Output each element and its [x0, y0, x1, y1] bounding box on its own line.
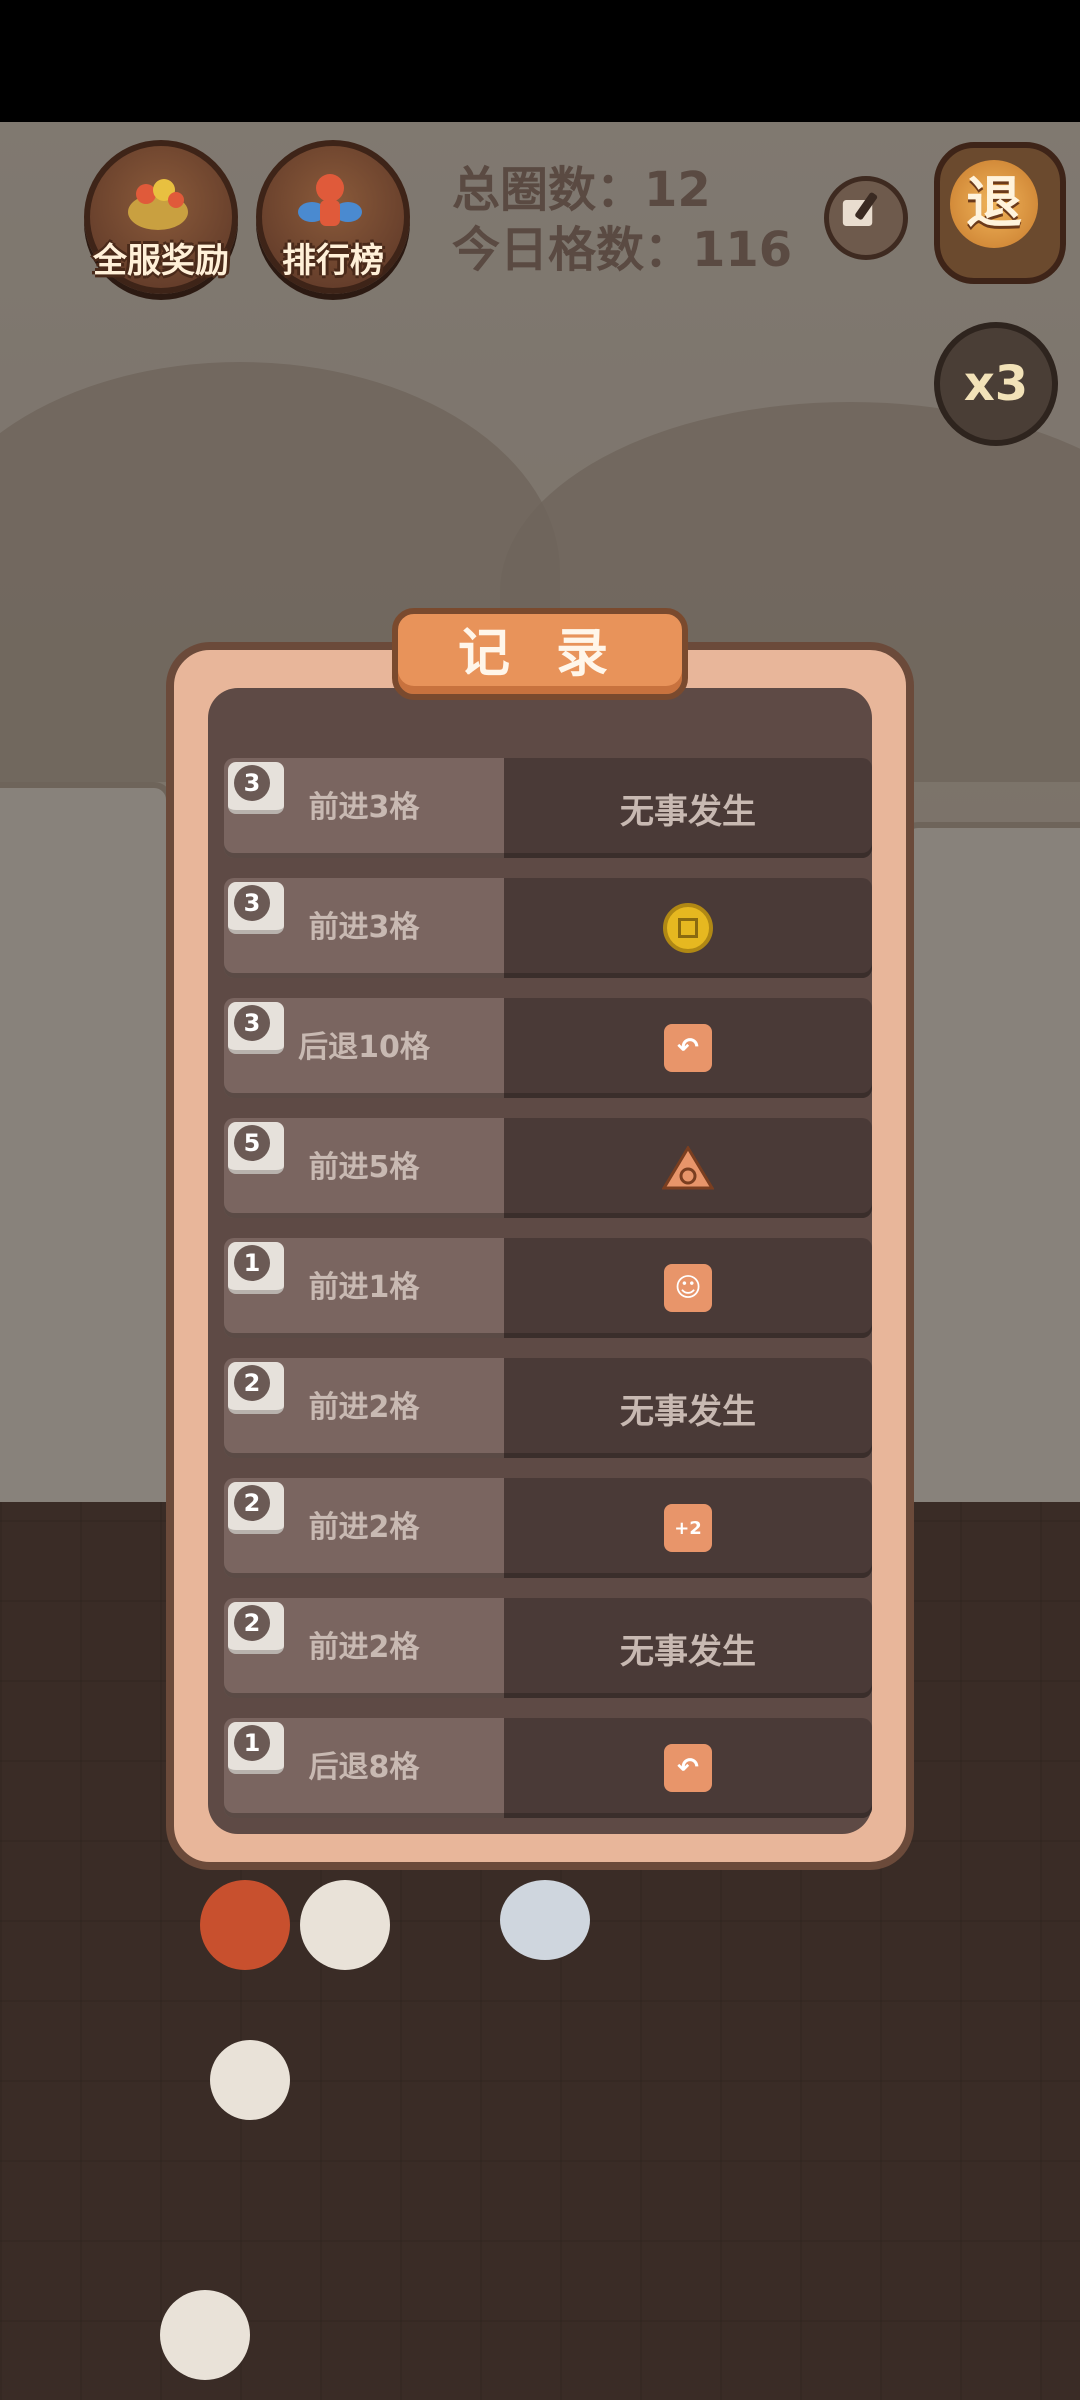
- back-arrow-tile-icon: ↶: [664, 1024, 712, 1072]
- character-sprite: [200, 1880, 290, 1970]
- back-arrow-tile-icon: ↶: [664, 1744, 712, 1792]
- step-label: 前进2格: [308, 1390, 420, 1425]
- character-sprite: [210, 2040, 290, 2120]
- step-label: 前进2格: [308, 1630, 420, 1665]
- leaderboard-button[interactable]: 排行榜: [256, 140, 410, 294]
- record-step-cell: 1 后退8格: [224, 1718, 504, 1818]
- lap-stats: 总圈数：12 今日格数：116: [452, 160, 792, 280]
- status-bar: [0, 0, 1080, 122]
- record-result-cell: ☺: [504, 1238, 872, 1338]
- step-label: 前进1格: [308, 1270, 420, 1305]
- server-reward-label: 全服奖励: [93, 241, 229, 281]
- record-step-cell: 3 前进3格: [224, 758, 504, 858]
- record-row: 2 前进2格 无事发生: [224, 1598, 872, 1698]
- result-label: 无事发生: [620, 791, 756, 832]
- record-result-cell: [504, 1118, 872, 1218]
- record-result-cell: [504, 878, 872, 978]
- record-step-cell: 1 前进1格: [224, 1238, 504, 1338]
- record-result-cell: ↶: [504, 998, 872, 1098]
- record-row: 3 后退10格 ↶: [224, 998, 872, 1098]
- record-result-cell: ↶: [504, 1718, 872, 1818]
- step-label: 后退8格: [308, 1750, 420, 1785]
- leaderboard-figure-icon: [298, 174, 362, 226]
- step-label: 前进3格: [308, 910, 420, 945]
- record-list: 3 前进3格 无事发生 3 前进3格 3 后退10格 ↶ 5 前进5格 1 前进…: [224, 758, 872, 1838]
- record-step-cell: 3 前进3格: [224, 878, 504, 978]
- step-label: 前进2格: [308, 1510, 420, 1545]
- record-result-cell: +2: [504, 1478, 872, 1578]
- treasure-pot-icon: [128, 179, 188, 230]
- total-laps: 总圈数：12: [452, 162, 711, 218]
- record-result-cell: 无事发生: [504, 1358, 872, 1458]
- character-sprite: [300, 1880, 390, 1970]
- record-row: 3 前进3格: [224, 878, 872, 978]
- step-label: 前进5格: [308, 1150, 420, 1185]
- record-step-cell: 2 前进2格: [224, 1598, 504, 1698]
- record-result-cell: 无事发生: [504, 758, 872, 858]
- record-row: 1 前进1格 ☺: [224, 1238, 872, 1338]
- notebook-pen-icon: [842, 192, 878, 226]
- record-dialog: 3 前进3格 无事发生 3 前进3格 3 后退10格 ↶ 5 前进5格 1 前进…: [166, 642, 914, 1870]
- leaderboard-label: 排行榜: [282, 241, 384, 281]
- exit-label: 退: [950, 160, 1038, 248]
- record-dialog-title: 记 录: [392, 608, 688, 700]
- record-step-cell: 5 前进5格: [224, 1118, 504, 1218]
- record-step-cell: 2 前进2格: [224, 1358, 504, 1458]
- notebook-button[interactable]: [824, 176, 908, 260]
- today-cells: 今日格数：116: [452, 222, 793, 278]
- character-tile-icon: ☺: [664, 1264, 712, 1312]
- record-row: 2 前进2格 无事发生: [224, 1358, 872, 1458]
- record-step-cell: 3 后退10格: [224, 998, 504, 1098]
- speed-button[interactable]: x3: [934, 322, 1058, 446]
- result-label: 无事发生: [620, 1391, 756, 1432]
- server-reward-button[interactable]: 全服奖励: [84, 140, 238, 294]
- step-label: 前进3格: [308, 790, 420, 825]
- record-row: 3 前进3格 无事发生: [224, 758, 872, 858]
- record-result-cell: 无事发生: [504, 1598, 872, 1698]
- character-sprite: [160, 2290, 250, 2380]
- record-step-cell: 2 前进2格: [224, 1478, 504, 1578]
- result-label: 无事发生: [620, 1631, 756, 1672]
- coin-icon: [663, 903, 713, 953]
- character-sprite: [500, 1880, 590, 1960]
- record-row: 5 前进5格: [224, 1118, 872, 1218]
- exit-button[interactable]: 退: [934, 142, 1066, 284]
- step-label: 后退10格: [298, 1030, 430, 1065]
- triangle-swirl-icon: [662, 1146, 714, 1190]
- plus-two-tile-icon: +2: [664, 1504, 712, 1552]
- record-row: 2 前进2格 +2: [224, 1478, 872, 1578]
- record-row: 1 后退8格 ↶: [224, 1718, 872, 1818]
